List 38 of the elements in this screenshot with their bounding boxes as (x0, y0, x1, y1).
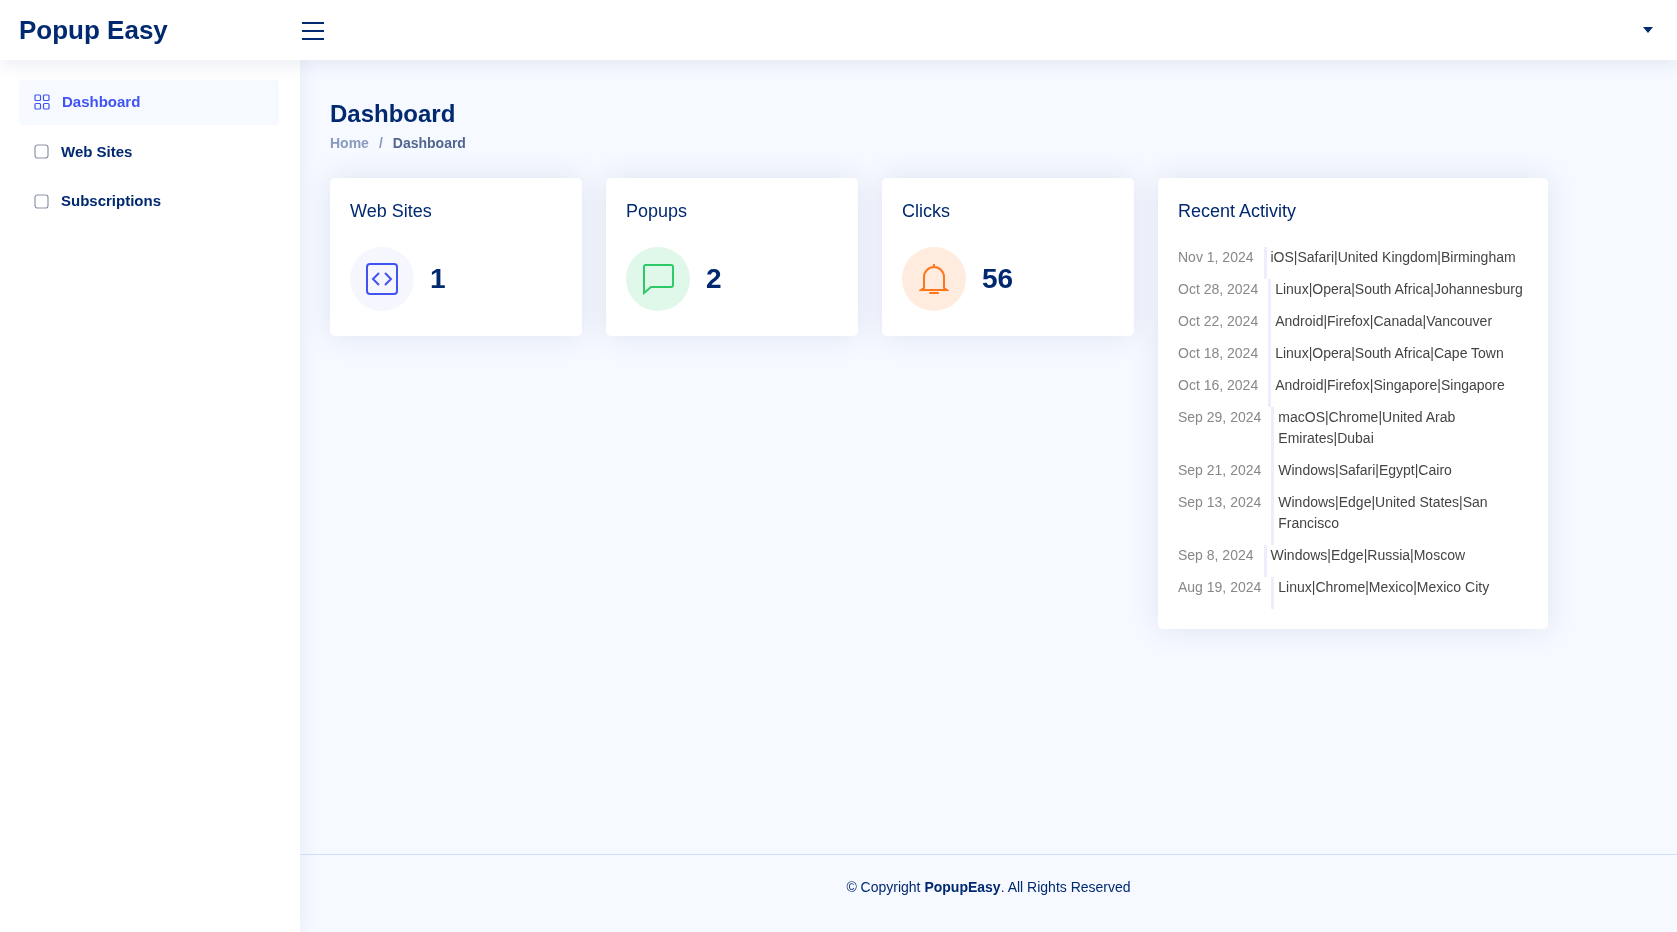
activity-text: Windows|Edge|United States|San Francisco (1271, 491, 1528, 545)
stat-value: 1 (430, 261, 446, 296)
activity-text: Linux|Opera|South Africa|Cape Town (1268, 342, 1504, 375)
stat-value: 56 (982, 261, 1014, 296)
activity-text: Windows|Safari|Egypt|Cairo (1271, 459, 1452, 492)
breadcrumb-current: Dashboard (392, 133, 466, 153)
activity-text: Android|Firefox|Singapore|Singapore (1268, 374, 1505, 407)
activity-date: Nov 1, 2024 (1178, 247, 1255, 267)
activity-date: Oct 28, 2024 (1178, 279, 1260, 299)
activity-date: Oct 22, 2024 (1178, 311, 1260, 331)
card-title: Web Sites (350, 199, 433, 223)
activity-text: Linux|Opera|South Africa|Johannesburg (1268, 278, 1523, 311)
page-title: Dashboard (330, 100, 457, 129)
dropdown-caret-icon[interactable] (1643, 27, 1653, 33)
activity-date: Aug 19, 2024 (1178, 577, 1263, 597)
breadcrumb-separator: / (378, 133, 383, 153)
app-logo[interactable]: Popup Easy (0, 10, 300, 50)
stat-value: 2 (706, 261, 722, 296)
activity-date: Oct 18, 2024 (1178, 343, 1260, 363)
activity-text: Linux|Chrome|Mexico|Mexico City (1271, 576, 1490, 609)
sidebar-item[interactable]: Dashboard (19, 80, 279, 125)
menu-icon[interactable] (300, 19, 326, 41)
activity-date: Sep 21, 2024 (1178, 460, 1263, 480)
card-title: Clicks (902, 199, 951, 223)
activity-text: iOS|Safari|United Kingdom|Birmingham (1263, 246, 1516, 279)
activity-date: Sep 29, 2024 (1178, 407, 1263, 427)
activity-text: Windows|Edge|Russia|Moscow (1263, 544, 1466, 577)
activity-date: Sep 8, 2024 (1178, 545, 1255, 565)
activity-text: Android|Firefox|Canada|Vancouver (1268, 310, 1493, 343)
grid-icon (34, 94, 50, 111)
activity-text: macOS|Chrome|United Arab Emirates|Dubai (1271, 406, 1528, 460)
copyright-text: © Copyright PopupEasy. All Rights Reserved (846, 879, 1131, 895)
square-icon (34, 144, 49, 160)
activity-date: Sep 13, 2024 (1178, 492, 1263, 512)
card-title: Popups (626, 199, 689, 223)
card-title: Recent Activity (1178, 199, 1298, 223)
square-icon (34, 193, 49, 209)
activity-date: Oct 16, 2024 (1178, 375, 1260, 395)
